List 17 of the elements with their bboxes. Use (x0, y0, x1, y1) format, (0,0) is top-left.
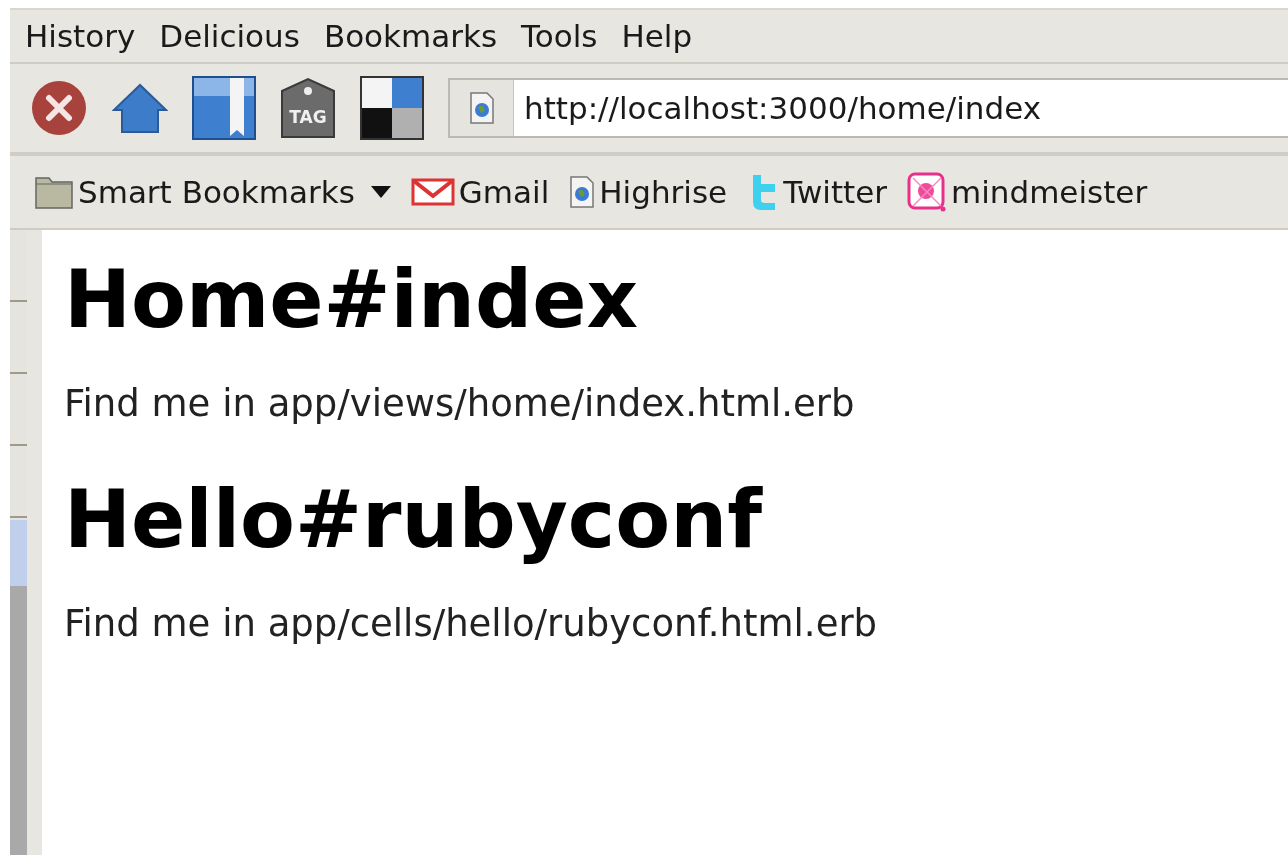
page-paragraph: Find me in app/cells/hello/rubyconf.html.erb (64, 600, 879, 647)
page-heading: Hello#rubyconf (64, 471, 764, 568)
menu-item[interactable]: History (25, 20, 136, 52)
menu-item[interactable]: Delicious (159, 20, 300, 52)
bookmark-item[interactable]: Gmail (410, 168, 550, 216)
address-bar[interactable]: http://localhost:3000/home/index (448, 78, 1288, 138)
page-paragraph: Find me in app/views/home/index.html.erb (64, 381, 856, 427)
bookmark-item[interactable]: Highrise (569, 168, 728, 216)
bookmark-item[interactable]: Twitter (747, 168, 888, 216)
tag-button[interactable]: TAG (280, 77, 336, 139)
url-text: http://localhost:3000/home/index (523, 88, 1042, 128)
page-heading: Home#index (64, 252, 640, 348)
bookmark-item[interactable]: mindmeister (907, 168, 1148, 216)
menu-item[interactable]: Bookmarks (323, 20, 498, 52)
menu-item[interactable]: Help (621, 20, 693, 52)
bookmark-item[interactable]: Smart Bookmarks (34, 168, 391, 216)
menu-item[interactable]: Tools (521, 20, 598, 52)
